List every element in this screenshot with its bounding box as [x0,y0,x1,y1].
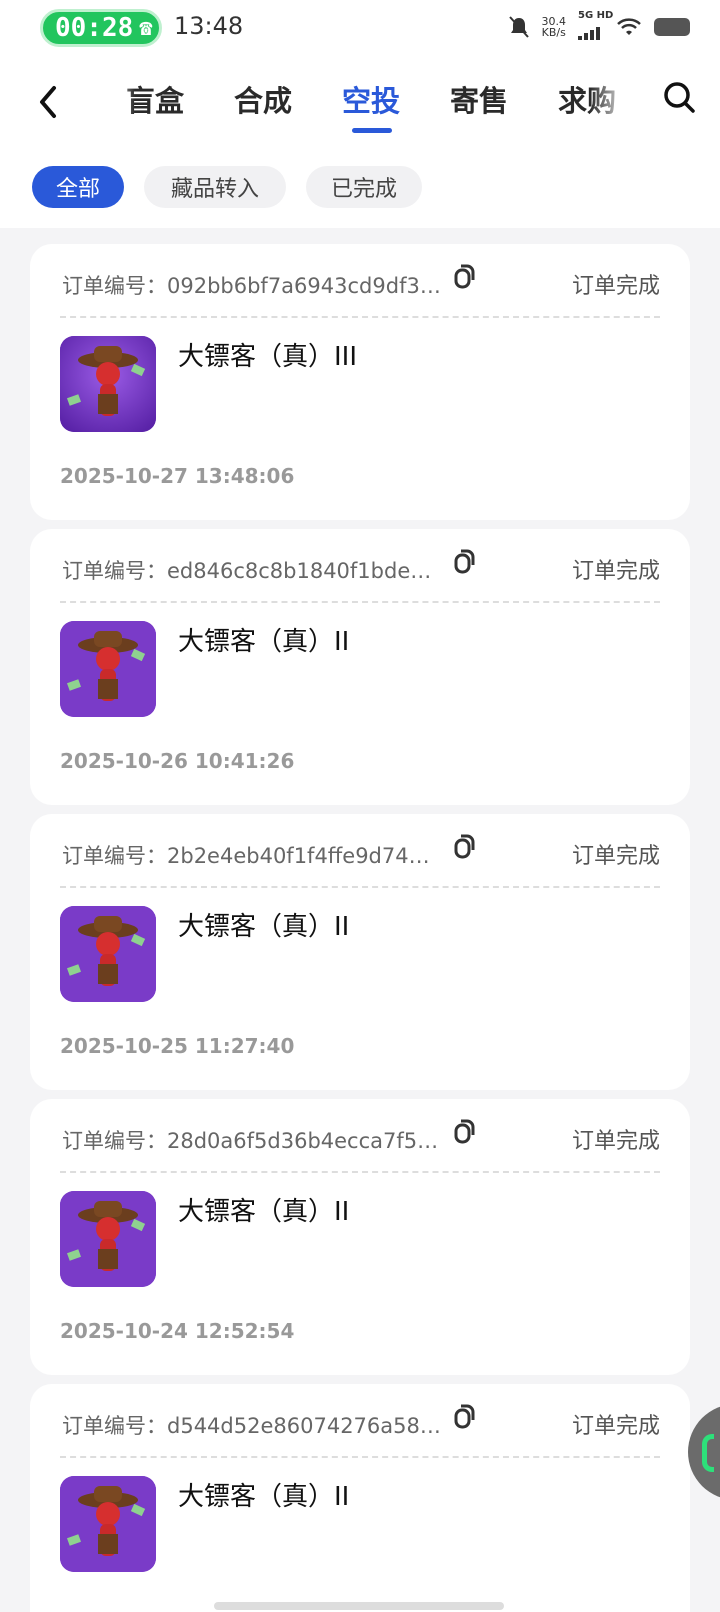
order-card[interactable]: 订单编号：092bb6bf7a6943cd9df33... 订单完成 大镖客（真… [30,244,690,520]
phone-icon: ☎ [139,15,153,41]
clock: 13:48 [174,12,244,40]
bell-muted-icon [508,16,529,38]
tab-airdrop[interactable]: 空投 [342,78,400,120]
product-name: 大镖客（真）III [178,342,358,372]
order-number: 订单编号：28d0a6f5d36b4ecca7f5b... [62,1129,442,1153]
order-status: 订单完成 [571,559,660,584]
order-time: 2025-10-25 11:27:40 [60,1034,295,1058]
tabs-fade-left [105,70,135,130]
product-thumbnail [60,906,156,1002]
product-thumbnail [60,336,156,432]
wifi-icon [617,18,641,35]
order-number: 订单编号：092bb6bf7a6943cd9df33... [62,274,442,298]
copy-icon[interactable] [452,547,478,577]
order-time: 2025-10-26 10:41:26 [60,749,295,773]
status-bar: 00:28 ☎ 13:48 30.4 KB/s 5G HD [0,0,720,56]
order-status: 订单完成 [571,1414,660,1439]
copy-icon[interactable] [452,832,478,862]
divider [60,886,660,888]
order-card[interactable]: 订单编号：28d0a6f5d36b4ecca7f5b... 订单完成 大镖客（真… [30,1099,690,1375]
order-card[interactable]: 订单编号：ed846c8c8b1840f1bdec4... 订单完成 大镖客（真… [30,529,690,805]
order-status: 订单完成 [571,844,660,869]
order-status: 订单完成 [571,274,660,299]
net-speed: 30.4 KB/s [541,15,567,39]
product-name: 大镖客（真）II [178,1482,350,1512]
battery-icon [654,18,690,36]
divider [60,316,660,318]
product-name: 大镖客（真）II [178,1197,350,1227]
nav-bar: 盲盒 合成 空投 寄售 求购 [0,60,720,140]
product-thumbnail [60,1476,156,1572]
product-name: 大镖客（真）II [178,627,350,657]
call-icon [702,1434,714,1472]
category-tabs: 盲盒 合成 空投 寄售 求购 [110,60,640,140]
filter-all[interactable]: 全部 [32,166,124,208]
copy-icon[interactable] [452,1402,478,1432]
divider [60,1171,660,1173]
back-arrow-icon[interactable] [34,82,64,122]
search-icon[interactable] [662,80,696,114]
order-card[interactable]: 订单编号：2b2e4eb40f1f4ffe9d7428... 订单完成 大镖客（… [30,814,690,1090]
order-time: 2025-10-27 13:48:06 [60,464,295,488]
filter-chips: 全部 藏品转入 已完成 [32,166,422,208]
divider [60,1456,660,1458]
product-thumbnail [60,1191,156,1287]
product-thumbnail [60,621,156,717]
call-timer: 00:28 [55,13,134,43]
cellular-signal-icon: 5G HD [578,10,613,40]
ongoing-call-pill[interactable]: 00:28 ☎ [40,9,162,47]
order-status: 订单完成 [571,1129,660,1154]
order-number: 订单编号：2b2e4eb40f1f4ffe9d7428... [62,844,442,868]
home-indicator[interactable] [214,1602,504,1610]
product-name: 大镖客（真）II [178,912,350,942]
order-card[interactable]: 订单编号：d544d52e86074276a5874... 订单完成 大镖客（真… [30,1384,690,1612]
divider [60,601,660,603]
tabs-fade-right [590,70,630,130]
floating-call-button[interactable] [688,1404,720,1500]
filter-completed[interactable]: 已完成 [306,166,422,208]
tab-consignment[interactable]: 寄售 [450,78,508,120]
copy-icon[interactable] [452,262,478,292]
order-number: 订单编号：d544d52e86074276a5874... [62,1414,442,1438]
active-tab-indicator [352,128,392,133]
header-area: 00:28 ☎ 13:48 30.4 KB/s 5G HD 盲盒 合成 空投 寄… [0,0,720,228]
order-number: 订单编号：ed846c8c8b1840f1bdec4... [62,559,442,583]
tab-synthesis[interactable]: 合成 [234,78,292,120]
order-time: 2025-10-24 12:52:54 [60,1319,295,1343]
filter-transfer-in[interactable]: 藏品转入 [144,166,286,208]
copy-icon[interactable] [452,1117,478,1147]
system-icons: 30.4 KB/s 5G HD [508,10,690,40]
